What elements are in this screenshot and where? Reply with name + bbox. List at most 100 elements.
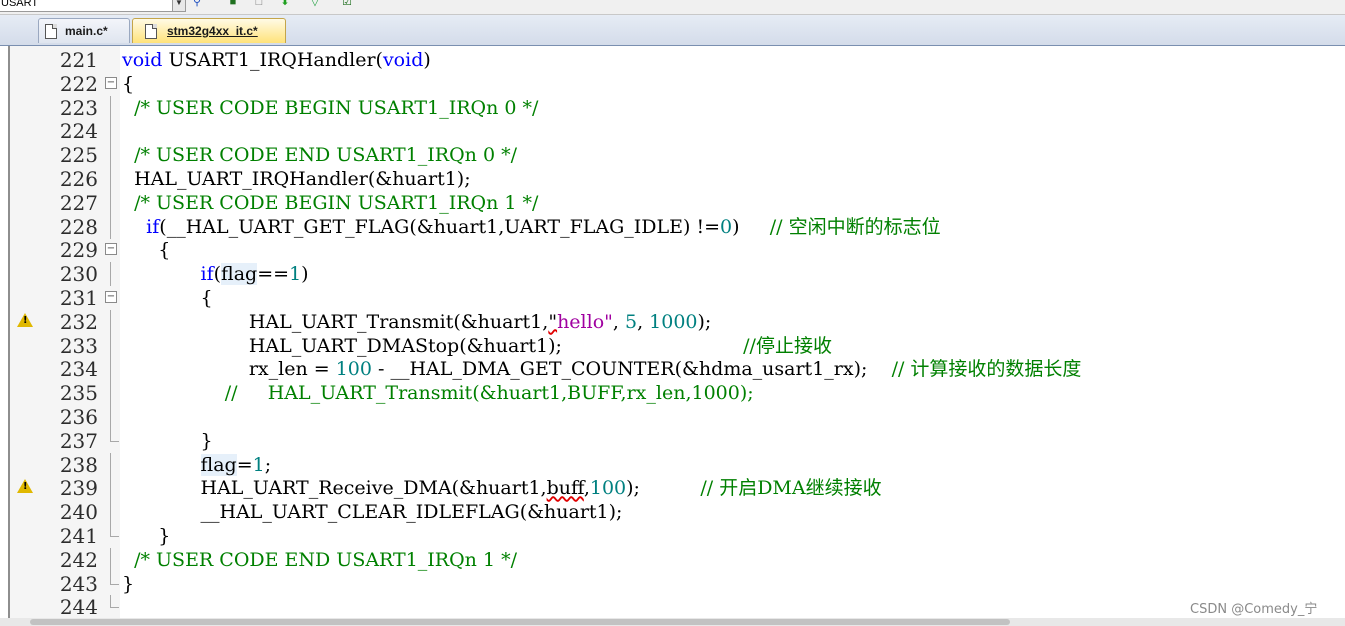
code-line[interactable]: 226 HAL_UART_IRQHandler(&huart1); <box>10 167 1345 191</box>
code-text: } <box>122 429 213 453</box>
code-line[interactable]: 236 <box>10 405 1345 429</box>
line-number: 226 <box>59 167 98 191</box>
code-line[interactable]: 238 flag=1; <box>10 452 1345 477</box>
line-number: 227 <box>59 190 98 215</box>
fold-guide <box>110 143 111 168</box>
line-number: 244 <box>59 595 98 620</box>
check-box-icon[interactable]: ☑ <box>340 0 354 9</box>
line-number: 234 <box>59 357 98 382</box>
comment: /* USER CODE BEGIN USART1_IRQn 0 */ <box>134 96 539 119</box>
code-token: HAL_UART_DMAStop(&huart1); <box>122 334 744 357</box>
highlighted-identifier: flag <box>200 453 237 476</box>
code-text: } <box>122 572 134 596</box>
code-line[interactable]: 242 /* USER CODE END USART1_IRQn 1 */ <box>10 547 1345 572</box>
fold-collapse-icon[interactable]: − <box>105 243 117 256</box>
code-line[interactable]: 240 __HAL_UART_CLEAR_IDLEFLAG(&huart1); <box>10 500 1345 525</box>
code-text: { <box>122 286 213 310</box>
comment: /* USER CODE BEGIN USART1_IRQn 1 */ <box>134 191 539 214</box>
code-token: HAL_UART_IRQHandler(&huart1); <box>122 168 471 190</box>
code-line[interactable]: 229− { <box>10 238 1345 262</box>
code-token: { <box>122 239 171 262</box>
blank-icon[interactable]: □ <box>252 0 266 9</box>
code-token: { <box>122 72 135 95</box>
fold-guide <box>110 357 111 382</box>
code-line[interactable]: 225 /* USER CODE END USART1_IRQn 0 */ <box>10 143 1345 168</box>
fold-guide <box>110 476 111 501</box>
code-text: void USART1_IRQHandler(void) <box>122 48 431 72</box>
code-text: if(flag==1) <box>122 262 309 286</box>
code-token: __HAL_UART_CLEAR_IDLEFLAG(&huart1); <box>122 501 623 524</box>
code-token: ) <box>732 215 770 238</box>
horizontal-scrollbar[interactable] <box>0 618 1345 626</box>
code-line[interactable]: 232 HAL_UART_Transmit(&huart1,"hello", 5… <box>10 309 1345 334</box>
code-line[interactable]: 233 HAL_UART_DMAStop(&huart1); //停止接收 <box>10 333 1345 358</box>
code-token: , <box>612 310 625 333</box>
code-line[interactable]: 228 if(__HAL_UART_GET_FLAG(&huart1,UART_… <box>10 214 1345 239</box>
warning-icon[interactable] <box>17 479 33 494</box>
code-line[interactable]: 244 <box>10 595 1345 619</box>
string-literal: hello" <box>557 310 613 333</box>
code-token: HAL_UART_Transmit(&huart1, <box>122 310 549 333</box>
code-line[interactable]: 223 /* USER CODE BEGIN USART1_IRQn 0 */ <box>10 95 1345 120</box>
file-icon <box>145 24 157 39</box>
warning-icon[interactable] <box>17 312 33 327</box>
code-line[interactable]: 221 void USART1_IRQHandler(void) <box>10 48 1345 72</box>
tab-main-c[interactable]: main.c* <box>38 18 130 43</box>
code-token: , <box>637 310 650 333</box>
fold-collapse-icon[interactable]: − <box>105 76 117 89</box>
fold-guide <box>110 309 111 334</box>
file-icon <box>45 24 57 39</box>
error-underline: buff <box>546 477 584 500</box>
comment: //停止接收 <box>743 334 832 357</box>
line-number: 243 <box>59 571 98 596</box>
code-line[interactable]: 222−{ <box>10 72 1345 96</box>
code-token: (__HAL_UART_GET_FLAG(&huart1,UART_FLAG_I… <box>159 215 721 238</box>
fold-collapse-icon[interactable]: − <box>105 291 117 303</box>
comment: // 开启DMA继续接收 <box>700 477 882 500</box>
code-editor[interactable]: 221 void USART1_IRQHandler(void) 222−{223 … <box>8 46 1345 619</box>
highlighted-identifier: flag <box>221 263 258 286</box>
keyword: void <box>122 49 163 71</box>
symbol-combo[interactable]: USART <box>0 0 174 12</box>
down-arrow-icon[interactable]: ⬇ <box>278 0 292 9</box>
code-line[interactable]: 243} <box>10 571 1345 596</box>
line-number: 241 <box>59 524 98 548</box>
code-line[interactable]: 234 rx_len = 100 - __HAL_DMA_GET_COUNTER… <box>10 357 1345 382</box>
code-token: } <box>122 525 171 547</box>
fold-guide <box>110 190 111 215</box>
code-line[interactable]: 239 HAL_UART_Receive_DMA(&huart1,buff,10… <box>10 476 1345 501</box>
tab-stm32g4xx-it-c[interactable]: stm32g4xx_it.c* <box>132 18 286 43</box>
line-number: 239 <box>59 476 98 501</box>
line-number: 231 <box>59 286 98 310</box>
code-line[interactable]: 235 // HAL_UART_Transmit(&huart1,BUFF,rx… <box>10 381 1345 406</box>
code-token: ) <box>301 263 309 286</box>
comment: // 计算接收的数据长度 <box>891 358 1082 381</box>
tab-label: stm32g4xx_it.c* <box>167 24 258 38</box>
scrollbar-thumb[interactable] <box>30 619 1010 625</box>
window-icon[interactable]: ■ <box>226 0 240 9</box>
code-line[interactable]: 231− { <box>10 286 1345 310</box>
code-line[interactable]: 230 if(flag==1) <box>10 262 1345 287</box>
keyword: if <box>146 215 160 238</box>
line-number: 240 <box>59 500 98 525</box>
fold-guide <box>110 333 111 358</box>
fold-end-marker <box>110 428 119 442</box>
find-icon[interactable]: ⚲ <box>190 0 204 9</box>
keyword: if <box>200 263 214 286</box>
code-token: USART1_IRQHandler( <box>162 49 383 71</box>
code-token: ); <box>697 310 712 333</box>
chevron-down-icon[interactable]: ▼ <box>172 0 186 12</box>
code-token: == <box>257 263 290 286</box>
code-line[interactable]: 241 } <box>10 524 1345 548</box>
filter-icon[interactable]: ▽ <box>308 0 322 9</box>
toolbar: USART ▼ ⚲ ■ □ ⬇ ▽ ☑ <box>0 0 1345 15</box>
code-line[interactable]: 224 <box>10 119 1345 144</box>
code-token: HAL_UART_Receive_DMA(&huart1, <box>122 477 547 500</box>
code-line[interactable]: 237 } <box>10 428 1345 453</box>
code-line[interactable]: 227 /* USER CODE BEGIN USART1_IRQn 1 */ <box>10 190 1345 215</box>
line-number: 223 <box>59 95 98 120</box>
